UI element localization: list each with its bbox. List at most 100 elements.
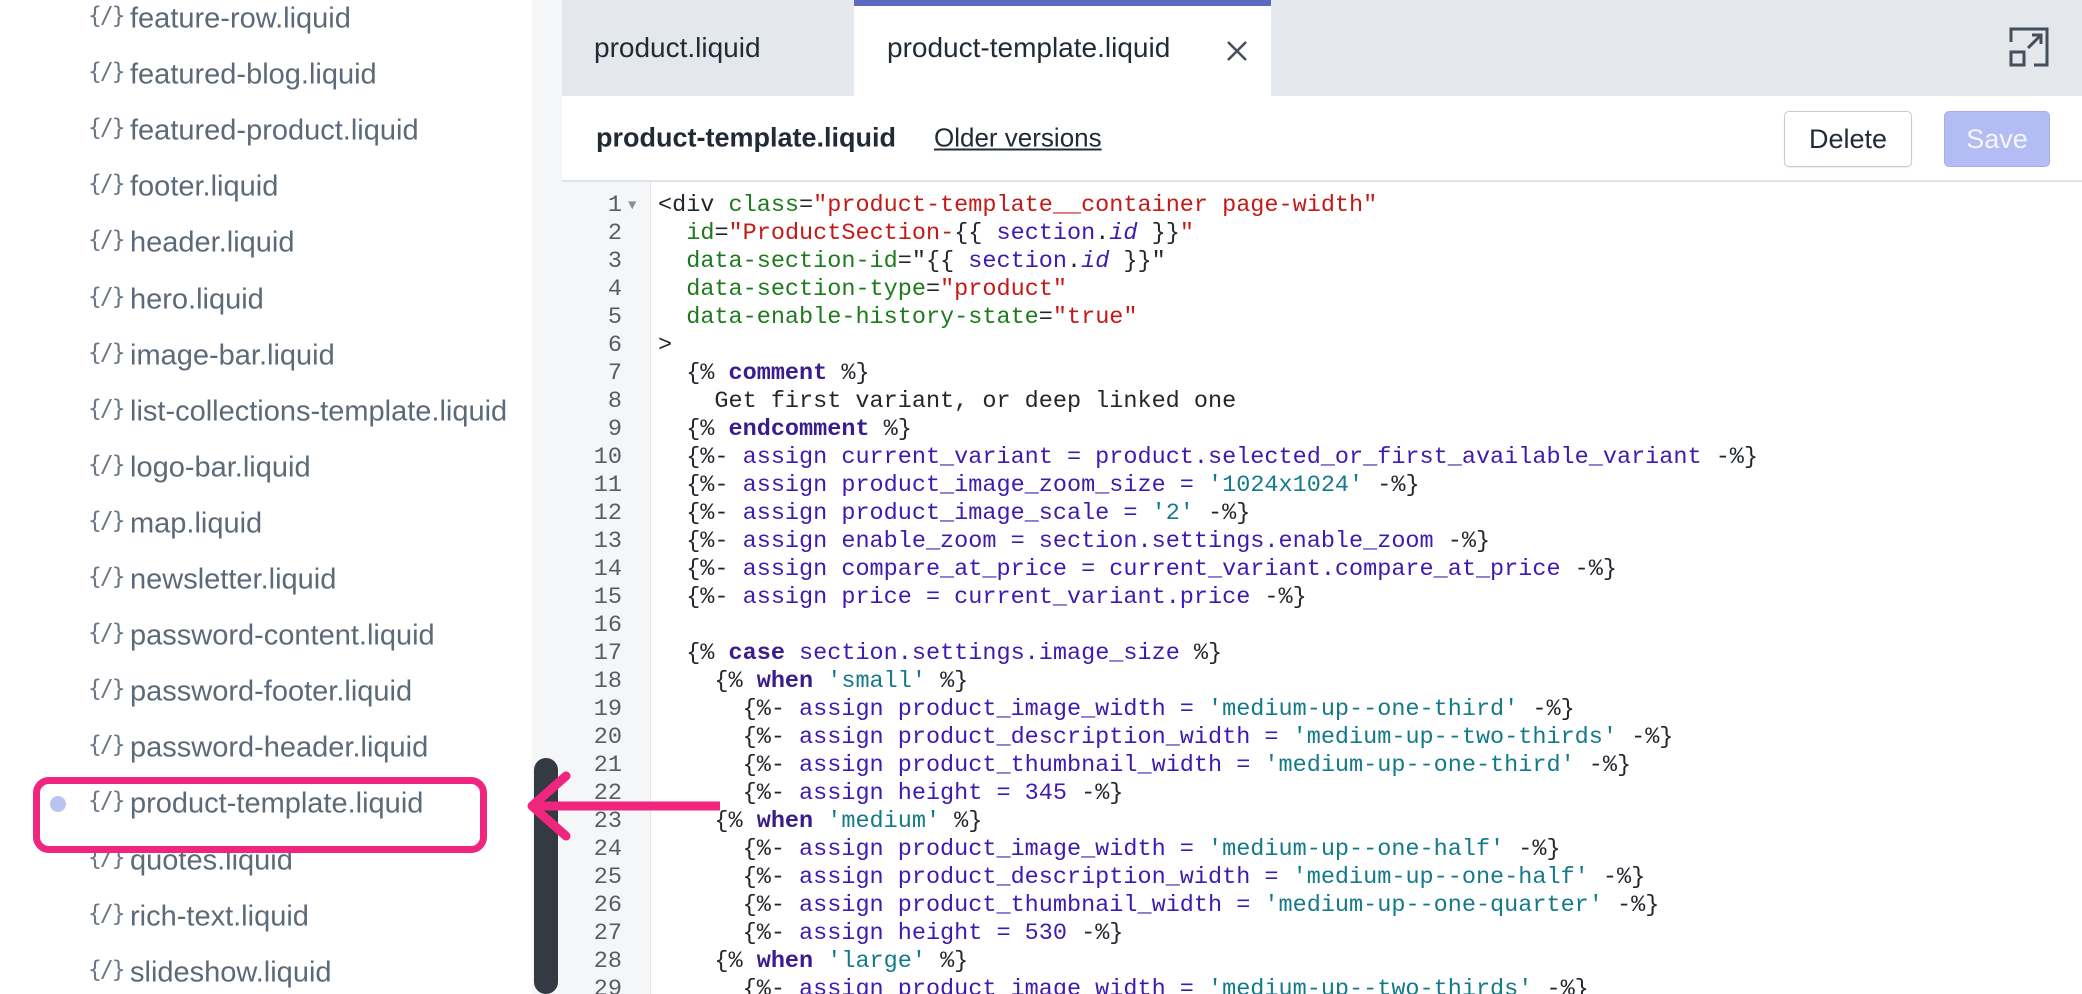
- sidebar-file-item[interactable]: {/} password-footer.liquid: [0, 667, 532, 717]
- code-token: assign product_image_width =: [799, 836, 1208, 863]
- code-token: -%}: [1574, 752, 1632, 779]
- code-token: assign product_image_scale =: [742, 500, 1152, 527]
- code-token: -%}: [1602, 892, 1660, 919]
- sidebar-file-item[interactable]: {/} slideshow.liquid: [0, 948, 532, 994]
- line-number: 20: [593, 724, 622, 751]
- code-text: {%- assign enable_zoom = section.setting…: [658, 528, 1490, 556]
- sidebar-file-item[interactable]: {/} featured-product.liquid: [0, 106, 532, 156]
- code-token: {%: [658, 416, 729, 443]
- code-token: {%: [658, 360, 729, 387]
- code-token: {%-: [658, 892, 800, 919]
- sidebar-file-item[interactable]: {/} featured-blog.liquid: [0, 50, 532, 100]
- sidebar-file-item[interactable]: {/} newsletter.liquid: [0, 555, 532, 605]
- code-token: }}": [1109, 248, 1166, 275]
- code-token: 'medium-up--two-thirds': [1292, 724, 1617, 751]
- sidebar-file-item[interactable]: {/} logo-bar.liquid: [0, 443, 532, 493]
- code-token: -%}: [1616, 724, 1674, 751]
- code-token: {%: [658, 948, 757, 975]
- code-token: 'medium-up--one-quarter': [1264, 892, 1603, 919]
- code-text: {%- assign product_thumbnail_width = 'me…: [658, 752, 1632, 780]
- expand-icon[interactable]: [2008, 26, 2050, 68]
- tab-product-template-liquid[interactable]: product-template.liquid: [854, 0, 1271, 96]
- sidebar-file-item[interactable]: {/} map.liquid: [0, 499, 532, 549]
- sidebar-file-item[interactable]: {/} rich-text.liquid: [0, 892, 532, 942]
- tab-product-liquid[interactable]: product.liquid: [562, 0, 854, 96]
- code-token: {%-: [658, 724, 800, 751]
- code-text: data-enable-history-state="true": [658, 304, 1138, 332]
- liquid-file-icon: {/}: [88, 676, 126, 703]
- file-name-label: password-footer.liquid: [130, 675, 413, 708]
- code-token: "true": [1052, 304, 1138, 331]
- sidebar-file-item[interactable]: {/} list-collections-template.liquid: [0, 387, 532, 437]
- sidebar-file-item[interactable]: {/} hero.liquid: [0, 275, 532, 325]
- liquid-file-icon: {/}: [88, 956, 126, 983]
- line-number: 13: [593, 528, 622, 555]
- code-token: <div: [658, 192, 729, 219]
- code-area[interactable]: 1 ▼ <div class="product-template__containe…: [562, 182, 2082, 994]
- code-token: {%-: [658, 556, 743, 583]
- code-text: {%- assign price = current_variant.price…: [658, 584, 1307, 612]
- code-token: 'medium-up--two-thirds': [1208, 976, 1533, 994]
- line-number: 19: [593, 696, 622, 723]
- code-token: assign current_variant = product.selecte…: [742, 444, 1702, 471]
- liquid-file-icon: {/}: [88, 339, 126, 366]
- line-number: 4: [607, 276, 622, 303]
- file-name-label: password-header.liquid: [130, 731, 429, 764]
- file-name-label: newsletter.liquid: [130, 563, 337, 596]
- line-number: 27: [593, 920, 622, 947]
- code-token: assign compare_at_price = current_varian…: [742, 556, 1561, 583]
- code-token: assign product_thumbnail_width =: [799, 752, 1265, 779]
- sidebar-file-item[interactable]: {/} image-bar.liquid: [0, 331, 532, 381]
- code-token: -%}: [1066, 780, 1124, 807]
- sidebar-file-item[interactable]: {/} header.liquid: [0, 218, 532, 268]
- line-number: 10: [593, 444, 622, 471]
- code-token: 'medium-up--one-half': [1208, 836, 1505, 863]
- file-name-label: map.liquid: [130, 507, 263, 540]
- code-text: id="ProductSection-{{ section.id }}": [658, 220, 1194, 248]
- code-token: {%-: [658, 444, 743, 471]
- code-token: section: [968, 248, 1067, 275]
- highlight-box: [33, 777, 487, 853]
- code-token: id: [1109, 220, 1138, 247]
- line-number: 8: [607, 388, 622, 415]
- code-token: {%: [658, 640, 729, 667]
- tab-label: product.liquid: [594, 32, 761, 63]
- code-token: data-enable-history-state: [686, 304, 1039, 331]
- sidebar-file-item[interactable]: {/} password-content.liquid: [0, 611, 532, 661]
- code-token: assign height = 530: [799, 920, 1067, 947]
- fold-arrow-icon[interactable]: ▼: [628, 192, 636, 220]
- sidebar-file-item[interactable]: {/} footer.liquid: [0, 162, 532, 212]
- code-token: {%-: [658, 864, 800, 891]
- tab-bar: product.liquid product-template.liquid: [562, 0, 2082, 96]
- code-token: '2': [1151, 500, 1194, 527]
- line-number: 2: [607, 220, 622, 247]
- liquid-file-icon: {/}: [88, 227, 126, 254]
- code-token: -%}: [1193, 500, 1251, 527]
- liquid-file-icon: {/}: [88, 2, 126, 29]
- line-number: 5: [607, 304, 622, 331]
- code-token: -%}: [1504, 836, 1561, 863]
- code-token: %}: [827, 360, 870, 387]
- code-text: {%- assign product_image_width = 'medium…: [658, 836, 1561, 864]
- code-text: {% when 'small' %}: [658, 668, 968, 696]
- file-name-label: header.liquid: [130, 226, 295, 259]
- code-token: "product": [940, 276, 1067, 303]
- code-token: -%}: [1250, 584, 1307, 611]
- code-token: 'large': [827, 948, 926, 975]
- liquid-file-icon: {/}: [88, 732, 126, 759]
- older-versions-link[interactable]: Older versions: [934, 123, 1102, 154]
- code-token: %}: [925, 948, 969, 975]
- liquid-file-icon: {/}: [88, 395, 126, 422]
- sidebar-file-item[interactable]: {/} feature-row.liquid: [0, 0, 532, 44]
- code-token: -%}: [1701, 444, 1759, 471]
- code-token: {%-: [658, 976, 800, 994]
- close-icon[interactable]: [1222, 33, 1252, 69]
- delete-button[interactable]: Delete: [1784, 111, 1912, 167]
- sidebar-file-item[interactable]: {/} password-header.liquid: [0, 723, 532, 773]
- save-button[interactable]: Save: [1944, 111, 2050, 167]
- code-token: -%}: [1532, 976, 1589, 994]
- code-editor-panel: product.liquid product-template.liquid p…: [562, 0, 2082, 994]
- line-number: 12: [593, 500, 622, 527]
